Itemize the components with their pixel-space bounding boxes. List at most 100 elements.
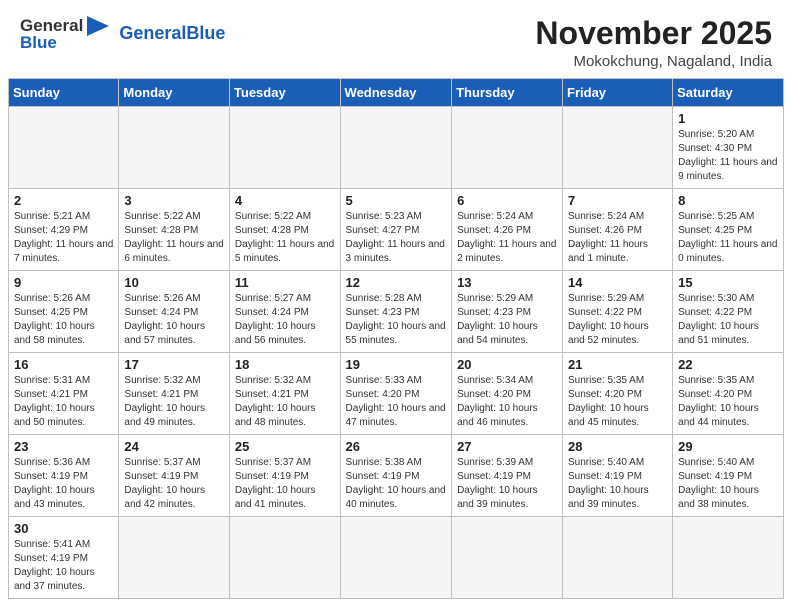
week-row-2: 9 Sunrise: 5:26 AM Sunset: 4:25 PM Daylig… [9,271,784,353]
day-cell: 17 Sunrise: 5:32 AM Sunset: 4:21 PM Dayli… [119,353,230,435]
day-number: 15 [678,275,778,290]
day-info: Sunrise: 5:24 AM Sunset: 4:26 PM Dayligh… [457,210,557,266]
day-cell [563,517,673,599]
day-number: 18 [235,357,335,372]
day-number: 19 [346,357,447,372]
day-cell: 22Sunrise: 5:35 AM Sunset: 4:20 PM Dayli… [673,353,784,435]
day-info: Sunrise: 5:31 AM Sunset: 4:21 PM Dayligh… [14,374,113,430]
day-of-week-monday: Monday [119,79,230,107]
day-cell: 19Sunrise: 5:33 AM Sunset: 4:20 PM Dayli… [340,353,452,435]
week-row-4: 23 Sunrise: 5:36 AM Sunset: 4:19 PM Dayli… [9,435,784,517]
day-number: 30 [14,521,113,536]
day-info: Sunrise: 5:39 AM Sunset: 4:19 PM Dayligh… [457,456,557,512]
day-info: Sunrise: 5:40 AM Sunset: 4:19 PM Dayligh… [678,456,778,512]
day-cell [673,517,784,599]
day-number: 1 [678,111,778,126]
day-number: 9 [14,275,113,290]
day-info: Sunrise: 5:21 AM Sunset: 4:29 PM Dayligh… [14,210,113,266]
day-cell [9,107,119,189]
day-number: 25 [235,439,335,454]
day-of-week-thursday: Thursday [452,79,563,107]
title-block: November 2025 Mokokchung, Nagaland, Indi… [535,16,772,70]
day-cell: 9 Sunrise: 5:26 AM Sunset: 4:25 PM Daylig… [9,271,119,353]
day-of-week-wednesday: Wednesday [340,79,452,107]
day-info: Sunrise: 5:26 AM Sunset: 4:25 PM Dayligh… [14,292,113,348]
day-info: Sunrise: 5:22 AM Sunset: 4:28 PM Dayligh… [124,210,224,266]
calendar-header: SundayMondayTuesdayWednesdayThursdayFrid… [9,79,784,107]
day-info: Sunrise: 5:37 AM Sunset: 4:19 PM Dayligh… [235,456,335,512]
week-row-1: 2Sunrise: 5:21 AM Sunset: 4:29 PM Daylig… [9,189,784,271]
day-info: Sunrise: 5:32 AM Sunset: 4:21 PM Dayligh… [124,374,224,430]
day-cell: 24 Sunrise: 5:37 AM Sunset: 4:19 PM Dayli… [119,435,230,517]
day-number: 17 [124,357,224,372]
day-number: 27 [457,439,557,454]
day-number: 21 [568,357,667,372]
day-cell: 11Sunrise: 5:27 AM Sunset: 4:24 PM Dayli… [229,271,340,353]
day-cell: 14Sunrise: 5:29 AM Sunset: 4:22 PM Dayli… [563,271,673,353]
week-row-5: 30Sunrise: 5:41 AM Sunset: 4:19 PM Dayli… [9,517,784,599]
day-info: Sunrise: 5:35 AM Sunset: 4:20 PM Dayligh… [678,374,778,430]
day-cell: 25 Sunrise: 5:37 AM Sunset: 4:19 PM Dayli… [229,435,340,517]
day-number: 8 [678,193,778,208]
day-cell [340,517,452,599]
day-info: Sunrise: 5:24 AM Sunset: 4:26 PM Dayligh… [568,210,667,266]
day-of-week-sunday: Sunday [9,79,119,107]
day-of-week-friday: Friday [563,79,673,107]
day-number: 7 [568,193,667,208]
day-info: Sunrise: 5:20 AM Sunset: 4:30 PM Dayligh… [678,128,778,184]
calendar-body: 1 Sunrise: 5:20 AM Sunset: 4:30 PM Daylig… [9,107,784,599]
day-cell [119,517,230,599]
day-info: Sunrise: 5:28 AM Sunset: 4:23 PM Dayligh… [346,292,447,348]
day-info: Sunrise: 5:36 AM Sunset: 4:19 PM Dayligh… [14,456,113,512]
day-cell [340,107,452,189]
day-info: Sunrise: 5:29 AM Sunset: 4:23 PM Dayligh… [457,292,557,348]
month-title: November 2025 [535,16,772,51]
header: GeneralBlue GeneralBlue November 2025 Mo… [0,0,792,78]
day-cell [452,107,563,189]
day-cell: 29Sunrise: 5:40 AM Sunset: 4:19 PM Dayli… [673,435,784,517]
day-cell: 21Sunrise: 5:35 AM Sunset: 4:20 PM Dayli… [563,353,673,435]
day-cell [452,517,563,599]
day-cell: 8 Sunrise: 5:25 AM Sunset: 4:25 PM Daylig… [673,189,784,271]
week-row-0: 1 Sunrise: 5:20 AM Sunset: 4:30 PM Daylig… [9,107,784,189]
day-number: 12 [346,275,447,290]
day-number: 4 [235,193,335,208]
day-cell [563,107,673,189]
day-number: 26 [346,439,447,454]
day-cell [229,517,340,599]
logo-text: GeneralBlue [119,24,225,44]
day-number: 6 [457,193,557,208]
day-number: 14 [568,275,667,290]
day-cell: 2Sunrise: 5:21 AM Sunset: 4:29 PM Daylig… [9,189,119,271]
day-number: 28 [568,439,667,454]
day-number: 16 [14,357,113,372]
day-cell: 7 Sunrise: 5:24 AM Sunset: 4:26 PM Daylig… [563,189,673,271]
calendar-wrapper: SundayMondayTuesdayWednesdayThursdayFrid… [0,78,792,607]
day-info: Sunrise: 5:37 AM Sunset: 4:19 PM Dayligh… [124,456,224,512]
day-number: 13 [457,275,557,290]
day-info: Sunrise: 5:27 AM Sunset: 4:24 PM Dayligh… [235,292,335,348]
day-cell: 6 Sunrise: 5:24 AM Sunset: 4:26 PM Daylig… [452,189,563,271]
days-of-week-row: SundayMondayTuesdayWednesdayThursdayFrid… [9,79,784,107]
day-of-week-saturday: Saturday [673,79,784,107]
day-info: Sunrise: 5:22 AM Sunset: 4:28 PM Dayligh… [235,210,335,266]
day-info: Sunrise: 5:30 AM Sunset: 4:22 PM Dayligh… [678,292,778,348]
day-number: 20 [457,357,557,372]
day-cell: 16 Sunrise: 5:31 AM Sunset: 4:21 PM Dayli… [9,353,119,435]
day-info: Sunrise: 5:40 AM Sunset: 4:19 PM Dayligh… [568,456,667,512]
day-info: Sunrise: 5:26 AM Sunset: 4:24 PM Dayligh… [124,292,224,348]
week-row-3: 16 Sunrise: 5:31 AM Sunset: 4:21 PM Dayli… [9,353,784,435]
day-cell: 13 Sunrise: 5:29 AM Sunset: 4:23 PM Dayli… [452,271,563,353]
day-info: Sunrise: 5:25 AM Sunset: 4:25 PM Dayligh… [678,210,778,266]
day-number: 24 [124,439,224,454]
location: Mokokchung, Nagaland, India [535,53,772,70]
day-of-week-tuesday: Tuesday [229,79,340,107]
day-cell: 26Sunrise: 5:38 AM Sunset: 4:19 PM Dayli… [340,435,452,517]
page-container: GeneralBlue GeneralBlue November 2025 Mo… [0,0,792,607]
day-cell: 30Sunrise: 5:41 AM Sunset: 4:19 PM Dayli… [9,517,119,599]
day-number: 5 [346,193,447,208]
calendar-table: SundayMondayTuesdayWednesdayThursdayFrid… [8,78,784,599]
day-cell: 27 Sunrise: 5:39 AM Sunset: 4:19 PM Dayli… [452,435,563,517]
day-cell: 4 Sunrise: 5:22 AM Sunset: 4:28 PM Daylig… [229,189,340,271]
day-number: 23 [14,439,113,454]
